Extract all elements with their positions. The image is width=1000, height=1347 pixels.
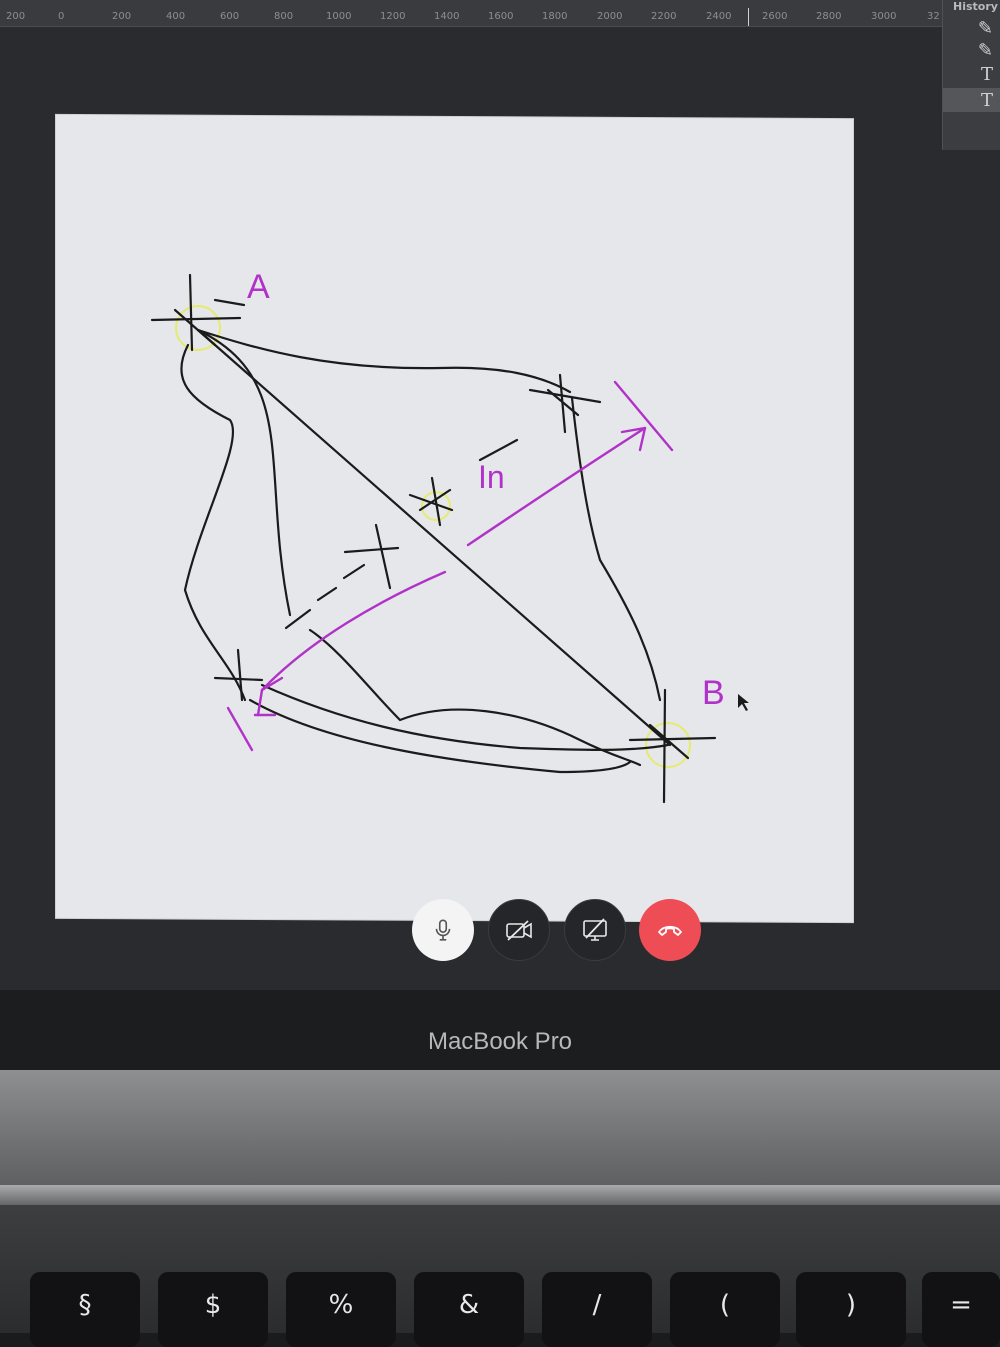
- key-open-paren[interactable]: (: [670, 1272, 780, 1347]
- arrow-to-a: [260, 570, 447, 692]
- key-ampersand[interactable]: &: [414, 1272, 524, 1347]
- key-equals[interactable]: =: [922, 1272, 1000, 1347]
- key-section[interactable]: §: [30, 1272, 140, 1347]
- laptop-hinge: [0, 1185, 1000, 1207]
- end-call-button[interactable]: [639, 899, 701, 961]
- microphone-icon: [435, 919, 451, 941]
- camera-off-button[interactable]: [488, 899, 550, 961]
- key-dollar[interactable]: $: [158, 1272, 268, 1347]
- key-slash[interactable]: /: [542, 1272, 652, 1347]
- screen-share-off-button[interactable]: [564, 899, 626, 961]
- camera-off-icon: [506, 920, 532, 941]
- direction-arrows: [226, 380, 674, 752]
- call-controls-bar: [412, 899, 702, 963]
- phone-hangup-icon: [658, 925, 682, 936]
- laptop-body: [0, 1070, 1000, 1195]
- point-a-label: A: [247, 268, 270, 306]
- laptop-bezel: MacBook Pro: [0, 990, 1000, 1070]
- key-close-paren[interactable]: ): [796, 1272, 906, 1347]
- microphone-button[interactable]: [412, 899, 474, 961]
- screen-share-off-icon: [583, 918, 607, 941]
- in-text-label: In: [478, 459, 505, 495]
- mouse-cursor-icon: [738, 694, 749, 711]
- device-brand-label: MacBook Pro: [427, 1028, 573, 1055]
- tick-mark-a: [226, 706, 254, 752]
- key-percent[interactable]: %: [286, 1272, 396, 1347]
- point-b-label: B: [702, 674, 725, 712]
- laptop-screen: 200 0 200 400 600 800 1000 1200 1400 160…: [0, 0, 1000, 990]
- canvas-sketch: A B In: [150, 268, 749, 804]
